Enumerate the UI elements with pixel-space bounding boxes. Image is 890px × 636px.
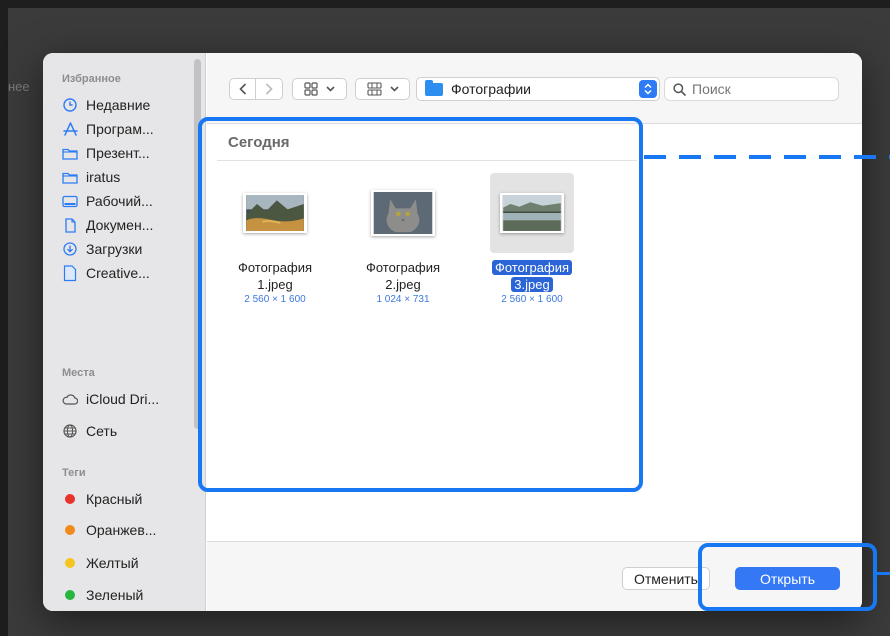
sidebar-section-places: Места — [62, 367, 95, 379]
sidebar-section-tags: Теги — [62, 467, 86, 479]
dashed-connector-line — [644, 155, 890, 159]
sidebar-item-label: iCloud Dri... — [86, 391, 160, 407]
sidebar-tag-green[interactable]: Зеленый — [62, 584, 143, 606]
desktop-icon — [62, 193, 78, 209]
sidebar-item-icloud-drive[interactable]: iCloud Dri... — [62, 388, 159, 410]
sidebar-item-label: Загрузки — [86, 241, 143, 257]
forward-button[interactable] — [256, 78, 283, 100]
sidebar-item-creative[interactable]: Creative... — [62, 262, 150, 284]
sidebar-item-desktop[interactable]: Рабочий... — [62, 190, 153, 212]
sidebar-item-label: Рабочий... — [86, 193, 153, 209]
sidebar-item-applications[interactable]: Програм... — [62, 118, 154, 140]
search-input[interactable] — [692, 81, 822, 97]
sidebar-section-favorites: Избранное — [62, 73, 121, 85]
sidebar: Избранное Недавние Програм... Презент...… — [43, 53, 206, 611]
chevron-down-icon — [389, 86, 399, 92]
sidebar-tag-red[interactable]: Красный — [62, 488, 142, 510]
chevron-down-icon — [326, 86, 335, 92]
tag-color-dot — [65, 525, 75, 535]
group-button[interactable] — [355, 78, 410, 100]
location-label: Фотографии — [451, 81, 532, 97]
sidebar-item-label: Презент... — [86, 145, 150, 161]
sidebar-tag-yellow[interactable]: Желтый — [62, 552, 139, 574]
sidebar-item-network[interactable]: Сеть — [62, 420, 117, 442]
folder-icon — [62, 145, 78, 161]
sidebar-item-label: iratus — [86, 169, 121, 185]
sidebar-item-label: Creative... — [86, 265, 150, 281]
sidebar-item-label: Сеть — [86, 423, 118, 439]
sidebar-item-downloads[interactable]: Загрузки — [62, 238, 142, 260]
sidebar-item-recents[interactable]: Недавние — [62, 94, 150, 116]
sidebar-item-documents[interactable]: Докумен... — [62, 214, 153, 236]
sidebar-item-label: Красный — [86, 491, 143, 507]
chevron-left-icon — [238, 83, 246, 95]
search-field[interactable] — [664, 77, 839, 101]
document-icon — [62, 217, 78, 233]
sidebar-item-label: Зеленый — [86, 587, 144, 603]
clock-icon — [62, 97, 78, 113]
tag-color-dot — [65, 590, 75, 600]
grid-view-icon — [304, 82, 318, 96]
folder-icon — [62, 169, 78, 185]
sidebar-item-presentations[interactable]: Презент... — [62, 142, 150, 164]
chevron-right-icon — [265, 83, 273, 95]
files-area-highlight — [198, 117, 643, 492]
sidebar-item-label: Желтый — [86, 555, 139, 571]
tag-color-dot — [65, 494, 75, 504]
updown-chevron-icon — [639, 80, 657, 98]
sidebar-tag-orange[interactable]: Оранжев... — [62, 519, 156, 541]
folder-icon — [425, 79, 443, 96]
view-mode-button[interactable] — [292, 78, 347, 100]
cancel-button[interactable]: Отменить — [622, 567, 710, 590]
group-icon — [366, 82, 382, 96]
connector-line — [877, 572, 890, 575]
search-icon — [673, 82, 686, 96]
globe-icon — [62, 423, 78, 439]
cloud-icon — [62, 391, 78, 407]
tag-color-dot — [65, 558, 75, 568]
sidebar-item-label: Оранжев... — [86, 522, 157, 538]
sidebar-item-label: Недавние — [86, 97, 151, 113]
file-icon — [62, 264, 78, 281]
background-window-text: нее — [8, 79, 30, 94]
location-popup[interactable]: Фотографии — [416, 77, 660, 101]
sidebar-item-iratus[interactable]: iratus — [62, 166, 120, 188]
download-icon — [62, 241, 78, 257]
sidebar-item-label: Програм... — [86, 121, 154, 137]
sidebar-item-label: Докумен... — [86, 217, 154, 233]
open-button-highlight — [698, 543, 877, 611]
apps-icon — [62, 121, 78, 137]
toolbar: Фотографии — [207, 53, 862, 124]
back-button[interactable] — [229, 78, 256, 100]
